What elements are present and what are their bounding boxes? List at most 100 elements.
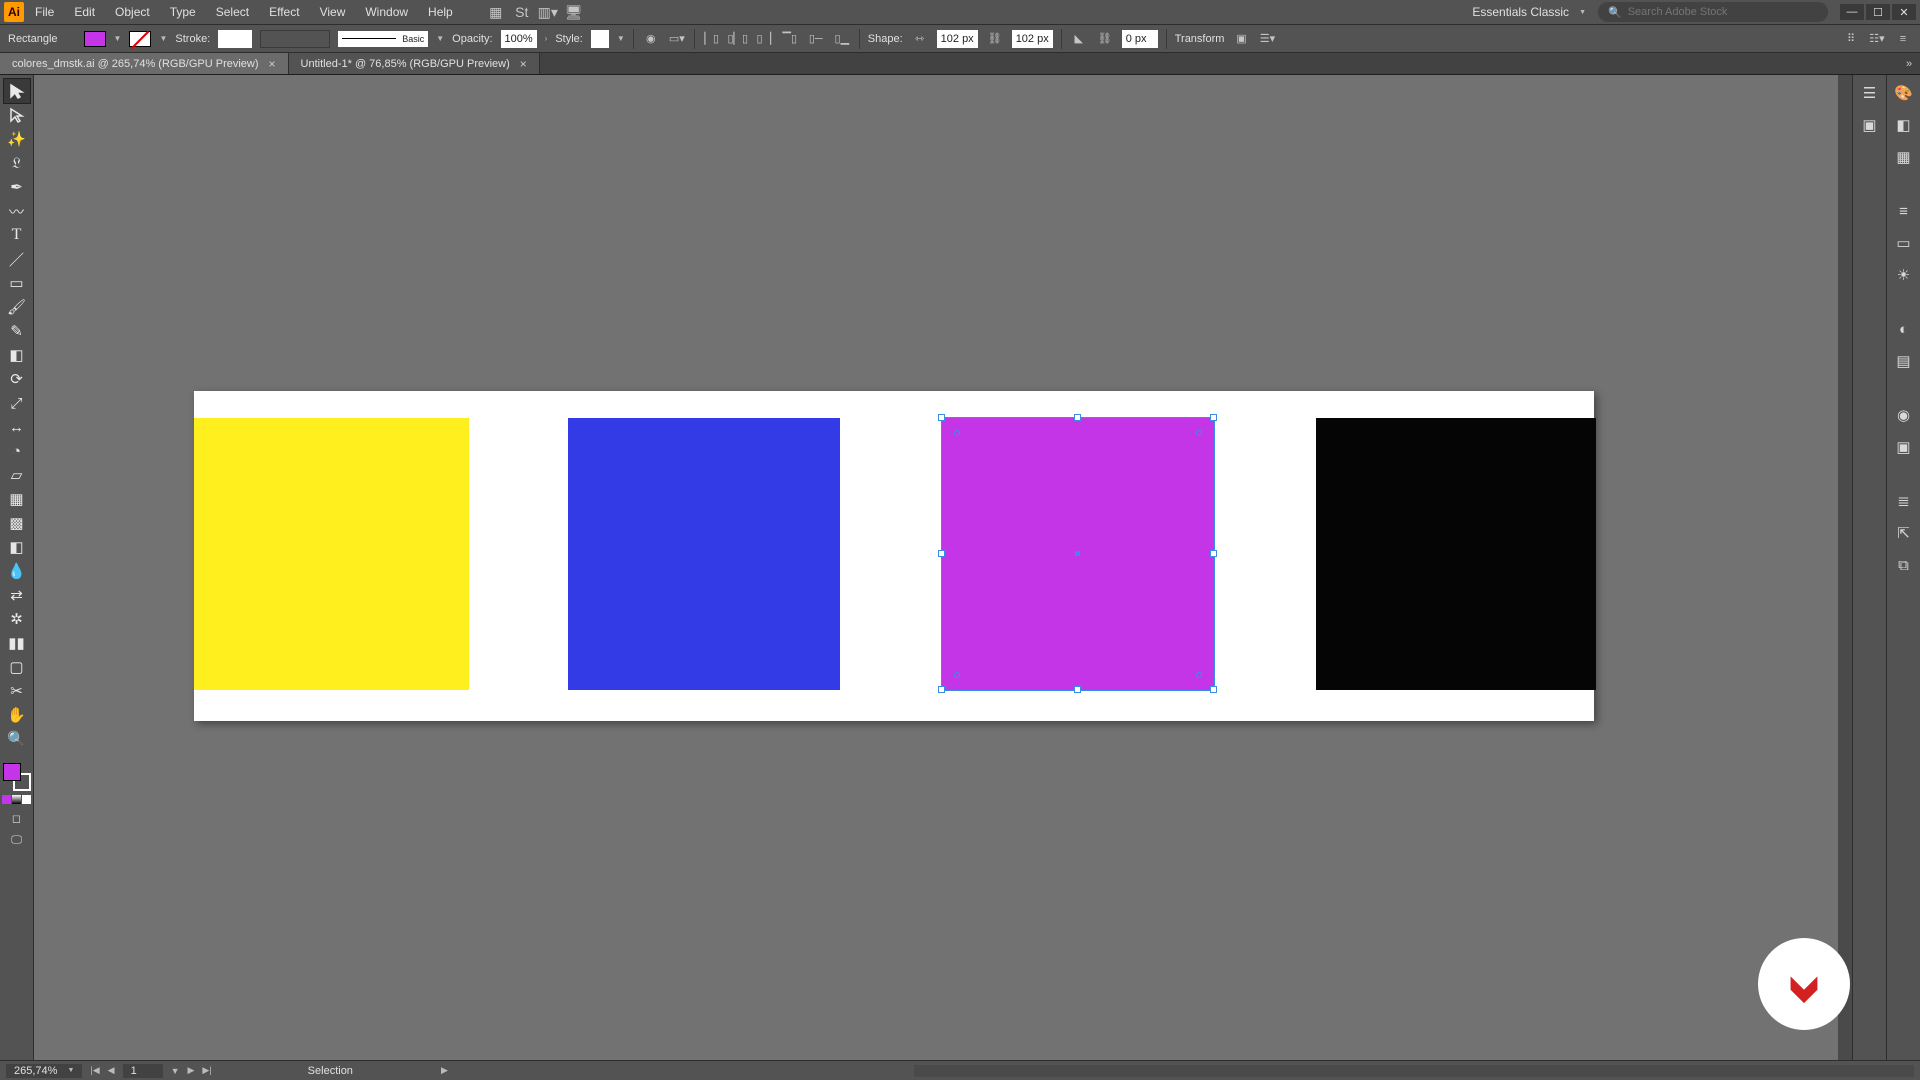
panel-stroke-icon[interactable]: ≡ [1892,199,1916,223]
tool-pen[interactable]: ✒ [4,175,30,199]
menu-select[interactable]: Select [207,1,258,23]
doc-setup-icon[interactable]: ⠿ [1842,30,1860,48]
tool-shape-builder[interactable]: ◔ [4,439,30,463]
align-left-icon[interactable]: ▏▯ [703,30,721,48]
document-tab-inactive[interactable]: Untitled-1* @ 76,85% (RGB/GPU Preview) × [289,53,540,74]
panel-assetexport-icon[interactable]: ⇱ [1892,521,1916,545]
tool-mesh[interactable]: ▩ [4,511,30,535]
zoom-field[interactable]: 265,74% [6,1064,82,1078]
isolate-icon[interactable]: ▣ [1232,30,1250,48]
horizontal-scrollbar[interactable] [914,1065,1914,1077]
preferences-icon[interactable]: ☷▾ [1868,30,1886,48]
panel-properties-icon[interactable]: ☰ [1858,81,1882,105]
selection-center[interactable] [1075,551,1080,556]
shape-blue-square[interactable] [568,418,840,690]
selection-handle[interactable] [938,414,945,421]
search-stock[interactable]: 🔍 [1598,2,1828,22]
menu-object[interactable]: Object [106,1,159,23]
stroke-color-swatch[interactable] [129,31,151,47]
tabstrip-collapse-icon[interactable]: » [1898,53,1920,74]
panel-appearance-icon[interactable]: ◉ [1892,403,1916,427]
align-top-icon[interactable]: ▔▯ [781,30,799,48]
stroke-weight-field[interactable] [218,30,252,48]
corner-widget[interactable] [954,430,960,436]
tool-gradient[interactable]: ◧ [4,535,30,559]
tool-zoom[interactable]: 🔍 [4,727,30,751]
tab-close-icon[interactable]: × [269,57,276,71]
tool-pencil[interactable]: ✎ [4,319,30,343]
panel-gradient-icon[interactable]: ▤ [1892,349,1916,373]
tool-curvature[interactable]: 〰 [4,199,30,223]
tool-magic-wand[interactable]: ✨ [4,127,30,151]
canvas[interactable] [34,75,1852,1060]
selection-handle[interactable] [1074,686,1081,693]
workspace-switcher[interactable]: Essentials Classic [1462,1,1596,23]
fill-stroke-indicator[interactable] [3,763,31,791]
tool-column-graph[interactable]: ▮▮ [4,631,30,655]
tool-paintbrush[interactable]: 🖌 [4,295,30,319]
shape-yellow-square[interactable] [194,418,469,690]
corner-link-icon[interactable]: ⛓ [1096,30,1114,48]
tool-lasso[interactable]: 𝔏 [4,151,30,175]
menu-help[interactable]: Help [419,1,462,23]
align-to-icon[interactable]: ▭▾ [668,30,686,48]
panel-layers-icon[interactable]: ≣ [1892,489,1916,513]
status-menu-icon[interactable]: ▶ [441,1065,448,1076]
tool-type[interactable]: T [4,223,30,247]
tool-eyedropper[interactable]: 💧 [4,559,30,583]
opacity-field[interactable]: 100% [501,30,537,48]
artboard-first-icon[interactable]: |◀ [90,1065,99,1076]
transform-label[interactable]: Transform [1175,33,1225,45]
panel-graphicstyles-icon[interactable]: ▣ [1892,435,1916,459]
color-mode-none[interactable] [22,795,31,804]
link-chain-icon[interactable]: ⛓ [986,30,1004,48]
vsp-field[interactable] [260,30,330,48]
tool-slice[interactable]: ✂ [4,679,30,703]
align-right-icon[interactable]: ▯▕ [755,30,773,48]
menu-effect[interactable]: Effect [260,1,308,23]
draw-mode-icon[interactable]: ◻ [6,810,28,826]
color-mode-color[interactable] [2,795,11,804]
shape-height-field[interactable]: 102 px [1012,30,1053,48]
minimize-button[interactable]: — [1840,4,1864,20]
search-input[interactable] [1628,6,1818,18]
selection-handle[interactable] [938,550,945,557]
corner-radius-field[interactable]: 0 px [1122,30,1158,48]
panel-swatches-icon[interactable]: ▦ [1892,145,1916,169]
corner-widget[interactable] [1196,672,1202,678]
panel-symbols-icon[interactable]: ☀ [1892,263,1916,287]
link-wh-icon[interactable]: ⇿ [911,30,929,48]
artboard-nav-caret[interactable]: ▼ [171,1066,180,1076]
align-vcenter-icon[interactable]: ▯─ [807,30,825,48]
corner-type-icon[interactable]: ◣ [1070,30,1088,48]
align-hcenter-icon[interactable]: ▯▏▯ [729,30,747,48]
corner-widget[interactable] [1196,430,1202,436]
vertical-scrollbar[interactable] [1838,75,1852,1060]
tool-perspective-grid[interactable]: ▦ [4,487,30,511]
fill-color-swatch[interactable] [84,31,106,47]
selection-handle[interactable] [1210,686,1217,693]
artboard-last-icon[interactable]: ▶| [202,1065,211,1076]
selection-handle[interactable] [1074,414,1081,421]
menu-type[interactable]: Type [161,1,205,23]
tool-selection[interactable] [4,79,30,103]
tool-hand[interactable]: ✋ [4,703,30,727]
arrange-icon[interactable]: ☰▾ [1258,30,1276,48]
menu-edit[interactable]: Edit [65,1,104,23]
recolor-icon[interactable]: ◉ [642,30,660,48]
corner-widget[interactable] [954,672,960,678]
fill-indicator[interactable] [3,763,21,781]
tool-line[interactable]: ／ [4,247,30,271]
tool-rectangle[interactable]: ▭ [4,271,30,295]
tool-width[interactable]: ↔ [4,415,30,439]
align-bottom-icon[interactable]: ▯▁ [833,30,851,48]
maximize-button[interactable]: ☐ [1866,4,1890,20]
tool-artboard[interactable]: ▢ [4,655,30,679]
panel-artboards-icon[interactable]: ⧉ [1892,553,1916,577]
color-mode-gradient[interactable] [12,795,21,804]
shape-width-field[interactable]: 102 px [937,30,978,48]
artboard-next-icon[interactable]: ▶ [187,1065,194,1076]
panel-colorguide-icon[interactable]: ◧ [1892,113,1916,137]
tool-direct-selection[interactable] [4,103,30,127]
tool-symbol-sprayer[interactable]: ✲ [4,607,30,631]
